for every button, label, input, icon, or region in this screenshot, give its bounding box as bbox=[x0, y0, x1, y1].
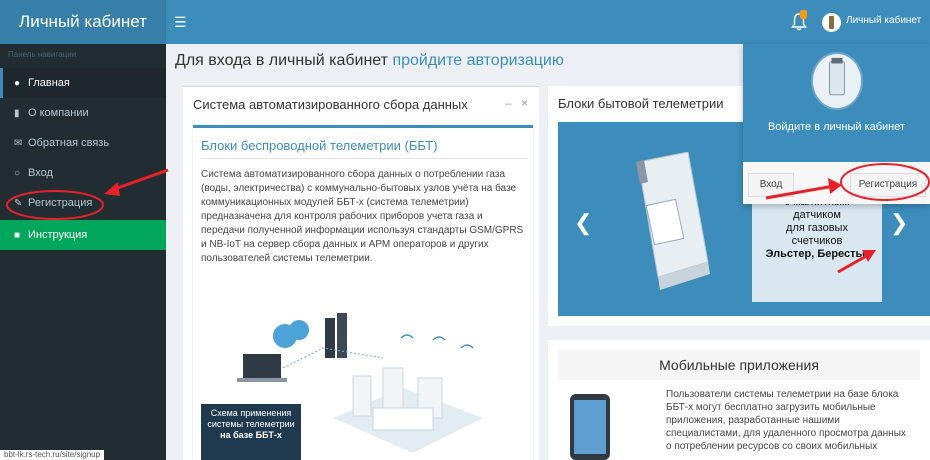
box-title: Блоки бытовой телеметрии bbox=[558, 96, 724, 111]
telemetry-device-image bbox=[636, 152, 710, 290]
sidebar-item-register[interactable]: ✎ Регистрация bbox=[0, 188, 166, 218]
box-tools[interactable]: – × bbox=[505, 96, 531, 110]
box-title: Система автоматизированного сбора данных bbox=[193, 97, 468, 112]
envelope-icon: ✉ bbox=[14, 138, 23, 149]
sidebar-item-label: О компании bbox=[28, 107, 89, 119]
hamburger-icon[interactable]: ☰ bbox=[174, 14, 187, 30]
slide-caption: с магнитным датчиком для газовых счетчик… bbox=[752, 190, 882, 302]
app-logo[interactable]: Личный кабинет bbox=[0, 0, 166, 44]
top-navbar: Личный кабинет ☰ Личный кабинет bbox=[0, 0, 930, 44]
panel-description: Система автоматизированного сбора данных… bbox=[201, 169, 524, 264]
carousel-next-icon[interactable]: ❯ bbox=[890, 210, 908, 236]
login-button[interactable]: Вход bbox=[748, 173, 794, 197]
popup-header: Войдите в личный кабинет bbox=[743, 44, 930, 162]
slide-bold-text: Эльстер, Берестье bbox=[765, 248, 869, 260]
scheme-caption-line: Схема применения bbox=[210, 408, 292, 418]
user-avatar-icon[interactable] bbox=[822, 13, 841, 32]
slide-line: счетчиков bbox=[791, 235, 843, 247]
sidebar-item-label: Инструкция bbox=[28, 229, 88, 241]
sidebar-item-login[interactable]: ○ Вход bbox=[0, 158, 166, 188]
status-bar-url: bbt-lk.rs-tech.ru/site/signup bbox=[0, 450, 105, 460]
box-title: Мобильные приложения bbox=[558, 350, 920, 380]
page-title: Для входа в личный кабинет пройдите авто… bbox=[175, 52, 564, 70]
panel-title: Блоки беспроводной телеметрии (ББТ) bbox=[201, 138, 438, 153]
bookmark-icon: ▮ bbox=[14, 108, 20, 119]
scheme-caption: Схема применения системы телеметрии на б… bbox=[201, 404, 301, 460]
circle-icon: ○ bbox=[14, 168, 21, 179]
user-dropdown-popup: Войдите в личный кабинет Вход Регистраци… bbox=[743, 44, 930, 204]
pencil-icon: ✎ bbox=[14, 198, 23, 209]
slide-line: датчиком bbox=[793, 209, 841, 221]
scheme-caption-line: на базе ББТ-х bbox=[220, 430, 282, 440]
sidebar-item-label: Обратная связь bbox=[28, 137, 110, 149]
notification-badge bbox=[800, 10, 807, 19]
sidebar-item-home[interactable]: ● Главная bbox=[0, 68, 166, 98]
dashboard-icon: ● bbox=[14, 78, 21, 89]
sidebar-item-about[interactable]: ▮ О компании bbox=[0, 98, 166, 128]
wireless-telemetry-panel: Блоки беспроводной телеметрии (ББТ) Сист… bbox=[193, 125, 533, 460]
slide-line: для газовых bbox=[786, 222, 848, 234]
device-avatar-icon bbox=[811, 52, 863, 110]
sidebar-item-label: Вход bbox=[28, 167, 53, 179]
mobile-apps-box: Мобильные приложения Пользователи систем… bbox=[548, 340, 930, 460]
sidebar-header: Панель навигации bbox=[8, 50, 77, 59]
mobile-apps-description: Пользователи системы телеметрии на базе … bbox=[666, 389, 906, 452]
authorization-link[interactable]: пройдите авторизацию bbox=[392, 52, 563, 69]
sidebar-item-label: Главная bbox=[28, 77, 70, 89]
sidebar: Панель навигации ● Главная ▮ О компании ✉ О… bbox=[0, 44, 166, 460]
data-collection-box: Система автоматизированного сбора данных… bbox=[183, 86, 539, 460]
sidebar-item-label: Регистрация bbox=[28, 197, 93, 209]
phone-screen bbox=[574, 400, 606, 454]
carousel-prev-icon[interactable]: ❮ bbox=[574, 210, 592, 236]
popup-footer: Вход Регистрация bbox=[743, 162, 930, 204]
popup-text: Войдите в личный кабинет bbox=[767, 121, 906, 133]
sidebar-item-instructions[interactable]: ■ Инструкция bbox=[0, 220, 166, 250]
page-title-text: Для входа в личный кабинет bbox=[175, 52, 393, 69]
register-button[interactable]: Регистрация bbox=[850, 173, 926, 197]
user-menu-label[interactable]: Личный кабинет bbox=[846, 15, 921, 26]
scheme-caption-line: системы телеметрии bbox=[207, 419, 295, 429]
sidebar-item-feedback[interactable]: ✉ Обратная связь bbox=[0, 128, 166, 158]
divider bbox=[201, 158, 527, 159]
file-icon: ■ bbox=[14, 230, 21, 241]
